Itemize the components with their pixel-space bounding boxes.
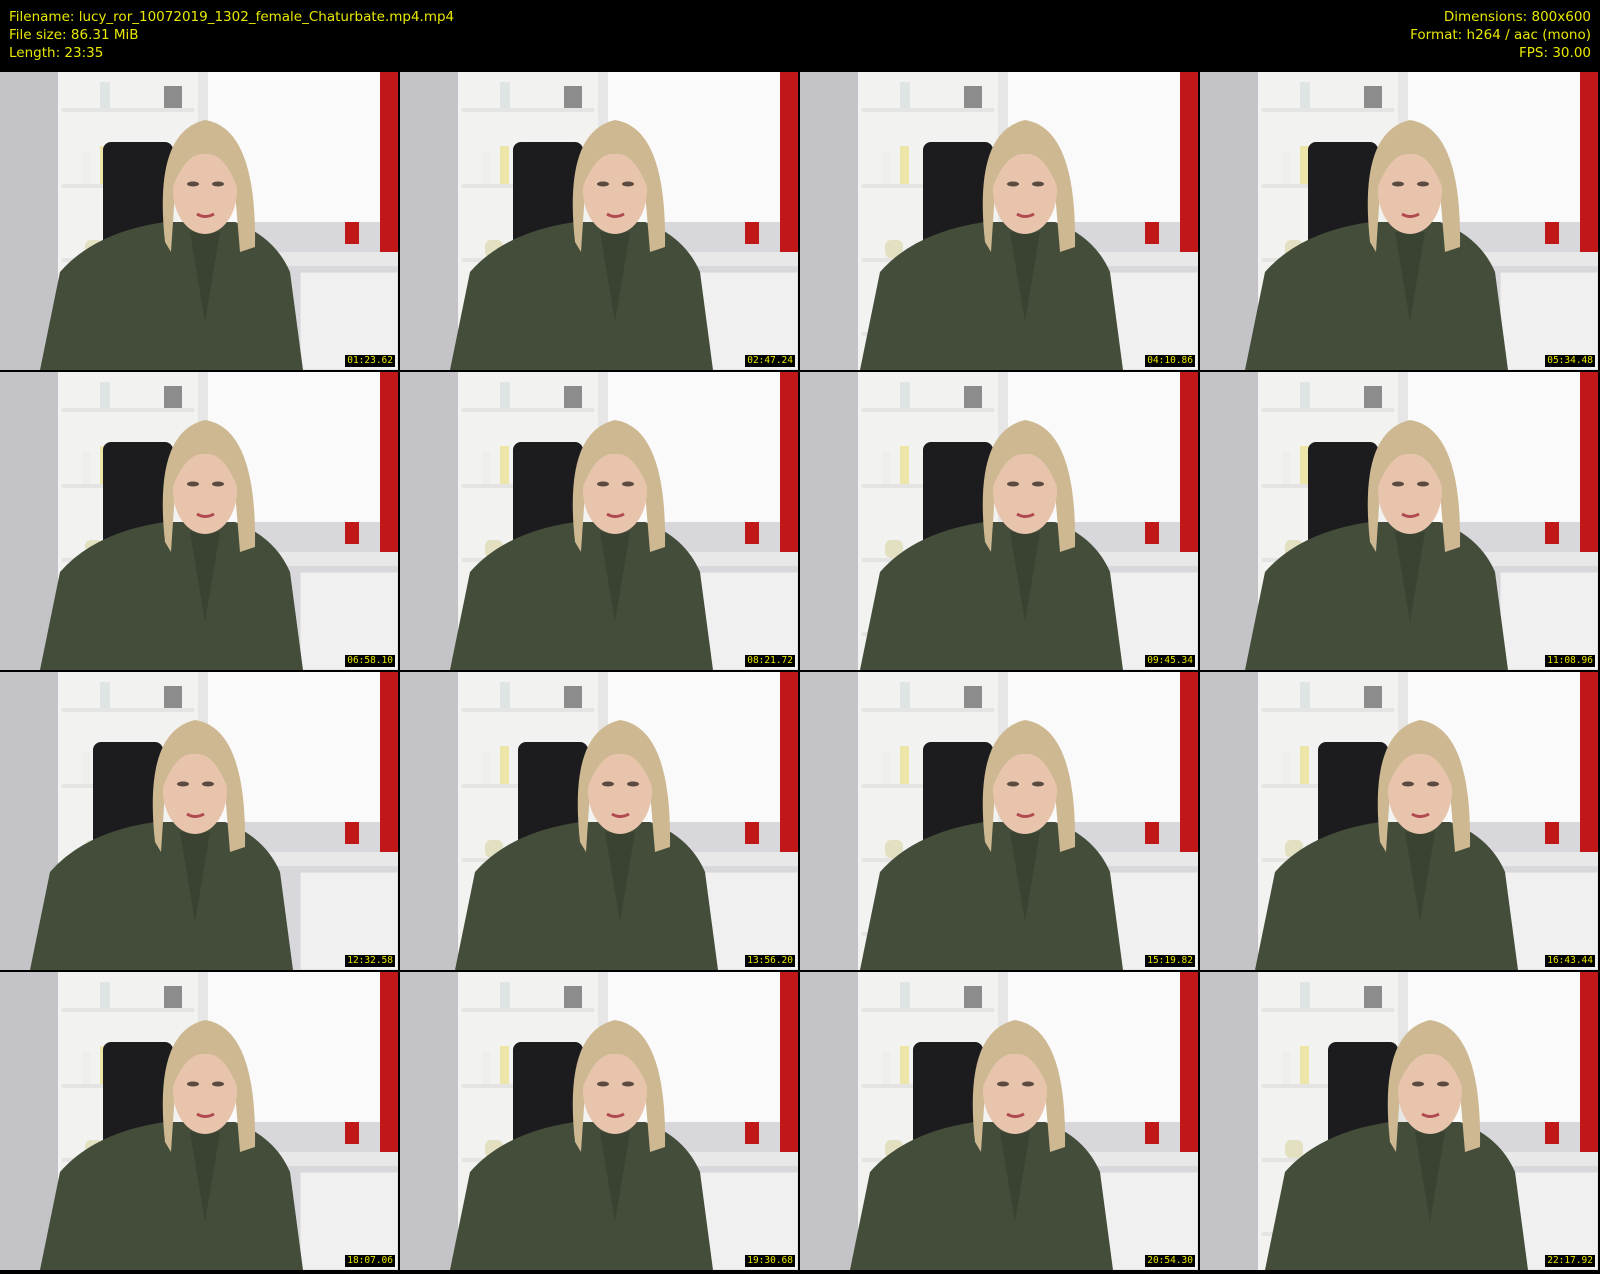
dimensions-text: Dimensions: 800x600 <box>1443 9 1591 25</box>
frame-timestamp: 08:21.72 <box>745 655 795 667</box>
frame-timestamp: 18:07.06 <box>345 1255 395 1267</box>
frame-image <box>1200 672 1598 970</box>
info-header: Filename: lucy_ror_10072019_1302_female_… <box>0 0 1600 72</box>
thumbnail-frame: 19:30.68 <box>400 972 798 1270</box>
frame-image <box>1200 72 1598 370</box>
frame-timestamp: 16:43.44 <box>1545 955 1595 967</box>
length-text: Length: 23:35 <box>9 45 104 61</box>
thumbnail-frame: 02:47.24 <box>400 72 798 370</box>
frame-image <box>400 372 798 670</box>
frame-timestamp: 11:08.96 <box>1545 655 1595 667</box>
frame-image <box>0 372 398 670</box>
frame-timestamp: 15:19.82 <box>1145 955 1195 967</box>
thumbnail-frame: 09:45.34 <box>800 372 1198 670</box>
thumbnail-frame: 12:32.58 <box>0 672 398 970</box>
frame-timestamp: 06:58.10 <box>345 655 395 667</box>
frame-timestamp: 01:23.62 <box>345 355 395 367</box>
thumbnail-frame: 15:19.82 <box>800 672 1198 970</box>
thumbnail-frame: 05:34.48 <box>1200 72 1598 370</box>
frame-image <box>800 672 1198 970</box>
frame-image <box>400 972 798 1270</box>
frame-image <box>800 972 1198 1270</box>
frame-timestamp: 20:54.30 <box>1145 1255 1195 1267</box>
thumbnail-frame: 01:23.62 <box>0 72 398 370</box>
frame-timestamp: 02:47.24 <box>745 355 795 367</box>
stream-info: Dimensions: 800x600 Format: h264 / aac (… <box>1410 8 1591 62</box>
thumbnail-frame: 16:43.44 <box>1200 672 1598 970</box>
format-text: Format: h264 / aac (mono) <box>1410 27 1591 43</box>
filename-text: Filename: lucy_ror_10072019_1302_female_… <box>9 9 455 25</box>
thumbnail-grid: 01:23.62 02:47.24 04:10.86 05:34.48 06:5… <box>0 72 1600 1274</box>
frame-image <box>1200 972 1598 1270</box>
frame-image <box>0 672 398 970</box>
frame-image <box>0 972 398 1270</box>
fps-text: FPS: 30.00 <box>1519 45 1591 61</box>
frame-image <box>1200 372 1598 670</box>
frame-timestamp: 13:56.20 <box>745 955 795 967</box>
frame-timestamp: 22:17.92 <box>1545 1255 1595 1267</box>
thumbnail-frame: 13:56.20 <box>400 672 798 970</box>
thumbnail-frame: 04:10.86 <box>800 72 1198 370</box>
frame-image <box>400 72 798 370</box>
frame-timestamp: 12:32.58 <box>345 955 395 967</box>
file-info: Filename: lucy_ror_10072019_1302_female_… <box>9 8 454 62</box>
frame-image <box>800 72 1198 370</box>
thumbnail-frame: 08:21.72 <box>400 372 798 670</box>
frame-timestamp: 04:10.86 <box>1145 355 1195 367</box>
thumbnail-frame: 20:54.30 <box>800 972 1198 1270</box>
frame-timestamp: 09:45.34 <box>1145 655 1195 667</box>
thumbnail-frame: 11:08.96 <box>1200 372 1598 670</box>
frame-image <box>400 672 798 970</box>
frame-image <box>0 72 398 370</box>
thumbnail-frame: 06:58.10 <box>0 372 398 670</box>
frame-timestamp: 05:34.48 <box>1545 355 1595 367</box>
thumbnail-frame: 22:17.92 <box>1200 972 1598 1270</box>
frame-image <box>800 372 1198 670</box>
filesize-text: File size: 86.31 MiB <box>9 27 139 43</box>
thumbnail-frame: 18:07.06 <box>0 972 398 1270</box>
frame-timestamp: 19:30.68 <box>745 1255 795 1267</box>
